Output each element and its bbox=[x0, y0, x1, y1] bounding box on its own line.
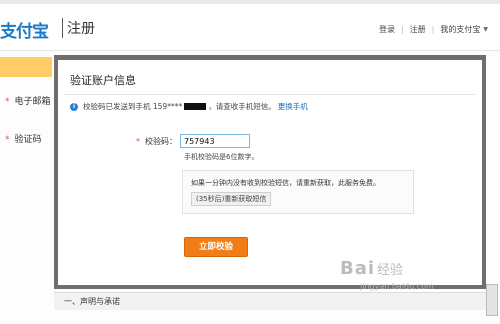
section-heading: 一、声明与承诺 bbox=[54, 292, 490, 310]
verification-code-input[interactable] bbox=[180, 134, 250, 148]
watermark-url: jingyan.baidu.com bbox=[360, 282, 434, 291]
code-label: 校验码： bbox=[145, 136, 177, 146]
page-title: 注册 bbox=[67, 21, 95, 37]
resend-sms-button[interactable]: (35秒后)重新获取短信 bbox=[191, 192, 272, 206]
alipay-logo[interactable]: 支付宝 bbox=[0, 17, 49, 42]
info-prefix: 校验码已发送到手机 159**** bbox=[83, 102, 183, 111]
info-suffix: ，请查收手机短信。 bbox=[208, 102, 276, 111]
watermark-suffix: 经验 bbox=[377, 263, 404, 278]
change-phone-link[interactable]: 更换手机 bbox=[278, 101, 308, 112]
watermark-brand: Bai bbox=[340, 258, 376, 279]
nav-separator: | bbox=[431, 25, 435, 34]
top-nav: 登录 | 注册 | 我的支付宝 ▼ bbox=[379, 24, 488, 35]
asterisk-icon: * bbox=[136, 136, 140, 146]
step-highlight-bar bbox=[0, 57, 52, 77]
logo-divider bbox=[62, 18, 63, 38]
my-alipay-link[interactable]: 我的支付宝 bbox=[440, 24, 480, 35]
code-field-row: * 校验码： bbox=[136, 134, 250, 148]
code-hint: 手机校验码是6位数字。 bbox=[184, 153, 259, 161]
verify-now-button[interactable]: 立即校验 bbox=[184, 237, 248, 257]
login-link[interactable]: 登录 bbox=[379, 24, 395, 35]
scrollbar[interactable] bbox=[486, 284, 498, 316]
nav-separator: | bbox=[400, 25, 404, 34]
asterisk-icon: * bbox=[5, 97, 10, 107]
site-header: 支付宝 注册 登录 | 注册 | 我的支付宝 ▼ bbox=[0, 4, 500, 51]
chevron-down-icon: ▼ bbox=[483, 26, 488, 33]
resend-tip-text: 如果一分钟内没有收到校验短信，请重新获取，此服务免费。 bbox=[191, 179, 380, 187]
title-divider bbox=[64, 94, 476, 95]
resend-tip-box: 如果一分钟内没有收到校验短信，请重新获取，此服务免费。 (35秒后)重新获取短信 bbox=[182, 170, 414, 214]
side-item-captcha: * 验证码 bbox=[5, 135, 42, 145]
verify-account-dialog: 验证账户信息 i 校验码已发送到手机 159**** ，请查收手机短信。 更换手… bbox=[58, 60, 482, 285]
masked-phone-digits bbox=[184, 103, 207, 110]
dialog-title: 验证账户信息 bbox=[70, 74, 136, 87]
register-link[interactable]: 注册 bbox=[410, 24, 426, 35]
info-circle-icon: i bbox=[70, 102, 78, 111]
sms-sent-notice: i 校验码已发送到手机 159**** ，请查收手机短信。 更换手机 bbox=[70, 101, 308, 112]
baidu-watermark: Bai 经验 jingyan.baidu.com bbox=[340, 258, 434, 291]
side-item-email: * 电子邮箱 bbox=[5, 97, 51, 107]
asterisk-icon: * bbox=[5, 135, 10, 145]
